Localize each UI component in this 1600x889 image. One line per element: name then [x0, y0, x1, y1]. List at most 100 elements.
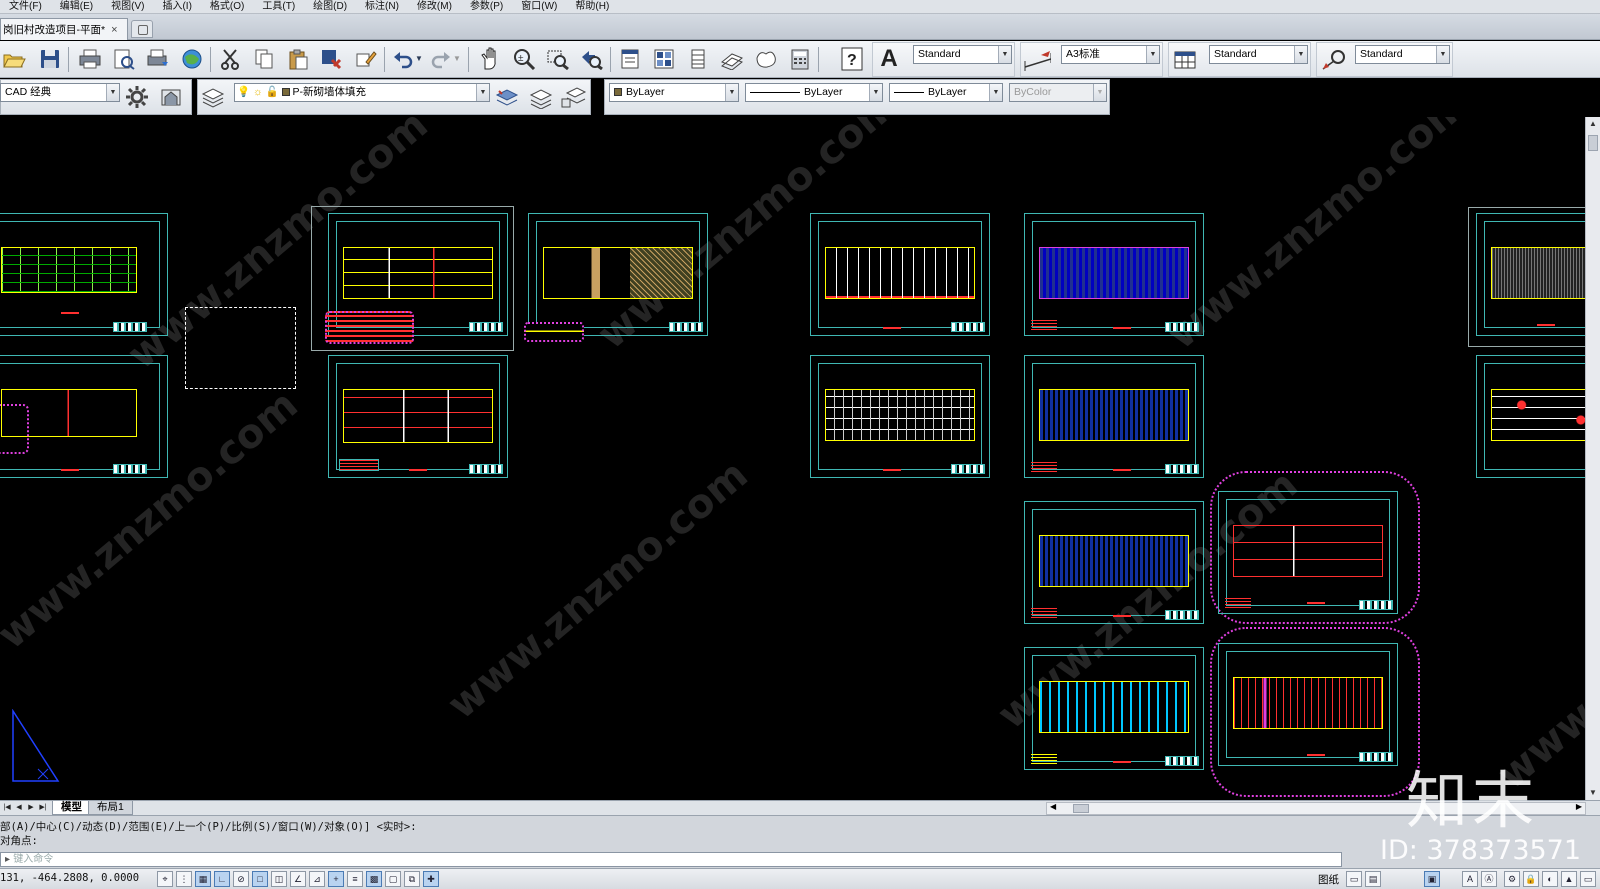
- menu-view[interactable]: 视图(V): [102, 0, 153, 14]
- selection-cycling-icon[interactable]: ⧉: [404, 871, 420, 887]
- design-center-icon[interactable]: [650, 45, 678, 73]
- clean-screen-icon[interactable]: ▭: [1580, 871, 1596, 887]
- paper-space-label[interactable]: 图纸: [1318, 872, 1339, 887]
- text-style-select[interactable]: Standard ▼: [913, 45, 1012, 64]
- drawing-sheet[interactable]: [1024, 647, 1204, 770]
- hardware-acceleration-icon[interactable]: ▲: [1561, 871, 1577, 887]
- annotation-scale-icon[interactable]: ▣: [1424, 871, 1440, 887]
- scroll-down-icon[interactable]: ▼: [1586, 786, 1600, 800]
- auto-scale-icon[interactable]: Ⓐ: [1481, 871, 1497, 887]
- drawing-canvas[interactable]: www.znzmo.com www.znzmo.com www.znzmo.co…: [0, 117, 1585, 800]
- make-current-layer-icon[interactable]: [494, 83, 522, 111]
- horizontal-scroll-thumb[interactable]: [1073, 804, 1089, 813]
- last-layout-icon[interactable]: ▶|: [38, 802, 48, 814]
- dim-style-select[interactable]: A3标准 ▼: [1061, 45, 1160, 64]
- drawing-sheet[interactable]: [1476, 213, 1585, 336]
- layer-previous-icon[interactable]: [528, 83, 556, 111]
- scroll-right-icon[interactable]: ▶: [1576, 802, 1582, 811]
- open-icon[interactable]: [0, 45, 28, 73]
- document-tab[interactable]: 岗旧村改造项目-平面* ×: [0, 18, 128, 40]
- workspace-lock-icon[interactable]: [157, 83, 185, 111]
- quick-properties-icon[interactable]: ▢: [385, 871, 401, 887]
- transparency-icon[interactable]: ▩: [366, 871, 382, 887]
- tab-layout1[interactable]: 布局1: [88, 801, 133, 815]
- lineweight-select[interactable]: ByLayer ▼: [889, 83, 1003, 102]
- first-layout-icon[interactable]: |◀: [2, 802, 12, 814]
- copy-icon[interactable]: [250, 45, 278, 73]
- drawing-sheet[interactable]: [1024, 355, 1204, 478]
- menu-tools[interactable]: 工具(T): [253, 0, 304, 14]
- menu-modify[interactable]: 修改(M): [408, 0, 461, 14]
- scroll-left-icon[interactable]: ◀: [1050, 802, 1056, 811]
- drawing-sheet[interactable]: [1024, 213, 1204, 336]
- revision-cloud[interactable]: [325, 311, 414, 344]
- table-style-select[interactable]: Standard ▼: [1209, 45, 1308, 64]
- menu-insert[interactable]: 插入(I): [153, 0, 200, 14]
- markup-icon[interactable]: [752, 45, 780, 73]
- menu-help[interactable]: 帮助(H): [566, 0, 618, 14]
- revision-cloud[interactable]: [524, 322, 584, 342]
- snap-mode-icon[interactable]: ⋮: [176, 871, 192, 887]
- object-snap-tracking-icon[interactable]: ∠: [290, 871, 306, 887]
- menu-dimension[interactable]: 标注(N): [356, 0, 408, 14]
- cut-icon[interactable]: [216, 45, 244, 73]
- dynamic-ucs-icon[interactable]: ⊿: [309, 871, 325, 887]
- 3d-object-snap-icon[interactable]: ◫: [271, 871, 287, 887]
- 3d-dwf-icon[interactable]: [178, 45, 206, 73]
- multileader-style-select[interactable]: Standard ▼: [1355, 45, 1450, 64]
- drawing-sheet[interactable]: [1476, 355, 1585, 478]
- menu-draw[interactable]: 绘图(D): [304, 0, 356, 14]
- drawing-sheet[interactable]: [810, 213, 990, 336]
- table-style-icon[interactable]: [1171, 46, 1199, 74]
- layer-manager-icon[interactable]: [200, 83, 228, 111]
- sheet-set-icon[interactable]: [718, 45, 746, 73]
- color-select[interactable]: ByLayer ▼: [609, 83, 739, 102]
- preview-icon[interactable]: [110, 45, 138, 73]
- drawing-sheet[interactable]: [810, 355, 990, 478]
- drawing-sheet[interactable]: [1024, 501, 1204, 624]
- menu-parametric[interactable]: 参数(P): [461, 0, 512, 14]
- text-style-icon[interactable]: A: [875, 45, 903, 73]
- dim-style-icon[interactable]: [1023, 46, 1051, 74]
- horizontal-scrollbar[interactable]: ◀ ▶: [1046, 802, 1586, 815]
- multileader-style-icon[interactable]: [1319, 46, 1347, 74]
- layer-select[interactable]: 💡 ☼ 🔓 P-新砌墙体填充 ▼: [234, 83, 490, 102]
- next-layout-icon[interactable]: ▶: [26, 802, 36, 814]
- zoom-window-icon[interactable]: [544, 45, 572, 73]
- drawing-sheet[interactable]: [328, 355, 508, 478]
- new-tab-button[interactable]: [131, 20, 153, 38]
- redo-dropdown-icon[interactable]: ▼: [450, 45, 464, 73]
- annotation-monitor-icon[interactable]: ✚: [423, 871, 439, 887]
- dynamic-input-icon[interactable]: +: [328, 871, 344, 887]
- lock-ui-icon[interactable]: 🔒: [1523, 871, 1539, 887]
- menu-format[interactable]: 格式(O): [201, 0, 253, 14]
- close-tab-icon[interactable]: ×: [111, 24, 117, 36]
- publish-icon[interactable]: [144, 45, 172, 73]
- drawing-sheet[interactable]: [1218, 491, 1398, 614]
- pan-icon[interactable]: [476, 45, 504, 73]
- help-icon[interactable]: ?: [838, 45, 866, 73]
- command-input[interactable]: ▸ 键入命令: [0, 852, 1342, 867]
- quickcalc-icon[interactable]: [786, 45, 814, 73]
- gear-icon[interactable]: [123, 83, 151, 111]
- scroll-up-icon[interactable]: ▲: [1586, 117, 1600, 131]
- tab-model[interactable]: 模型: [52, 801, 91, 815]
- layer-states-icon[interactable]: [560, 83, 588, 111]
- isolate-objects-icon[interactable]: ◐: [1542, 871, 1558, 887]
- tool-palettes-icon[interactable]: [684, 45, 712, 73]
- undo-dropdown-icon[interactable]: ▼: [412, 45, 426, 73]
- properties-icon[interactable]: [616, 45, 644, 73]
- model-space-icon[interactable]: ▭: [1346, 871, 1362, 887]
- prev-layout-icon[interactable]: ◀: [14, 802, 24, 814]
- match-properties-icon[interactable]: [318, 45, 346, 73]
- print-icon[interactable]: [76, 45, 104, 73]
- zoom-realtime-icon[interactable]: ±: [510, 45, 538, 73]
- lineweight-toggle-icon[interactable]: ≡: [347, 871, 363, 887]
- viewport-placeholder[interactable]: [185, 307, 296, 389]
- save-icon[interactable]: [36, 45, 64, 73]
- menu-edit[interactable]: 编辑(E): [51, 0, 102, 14]
- layout-grid-icon[interactable]: ▤: [1365, 871, 1381, 887]
- zoom-previous-icon[interactable]: [578, 45, 606, 73]
- menu-window[interactable]: 窗口(W): [512, 0, 566, 14]
- drawing-sheet[interactable]: [0, 213, 168, 336]
